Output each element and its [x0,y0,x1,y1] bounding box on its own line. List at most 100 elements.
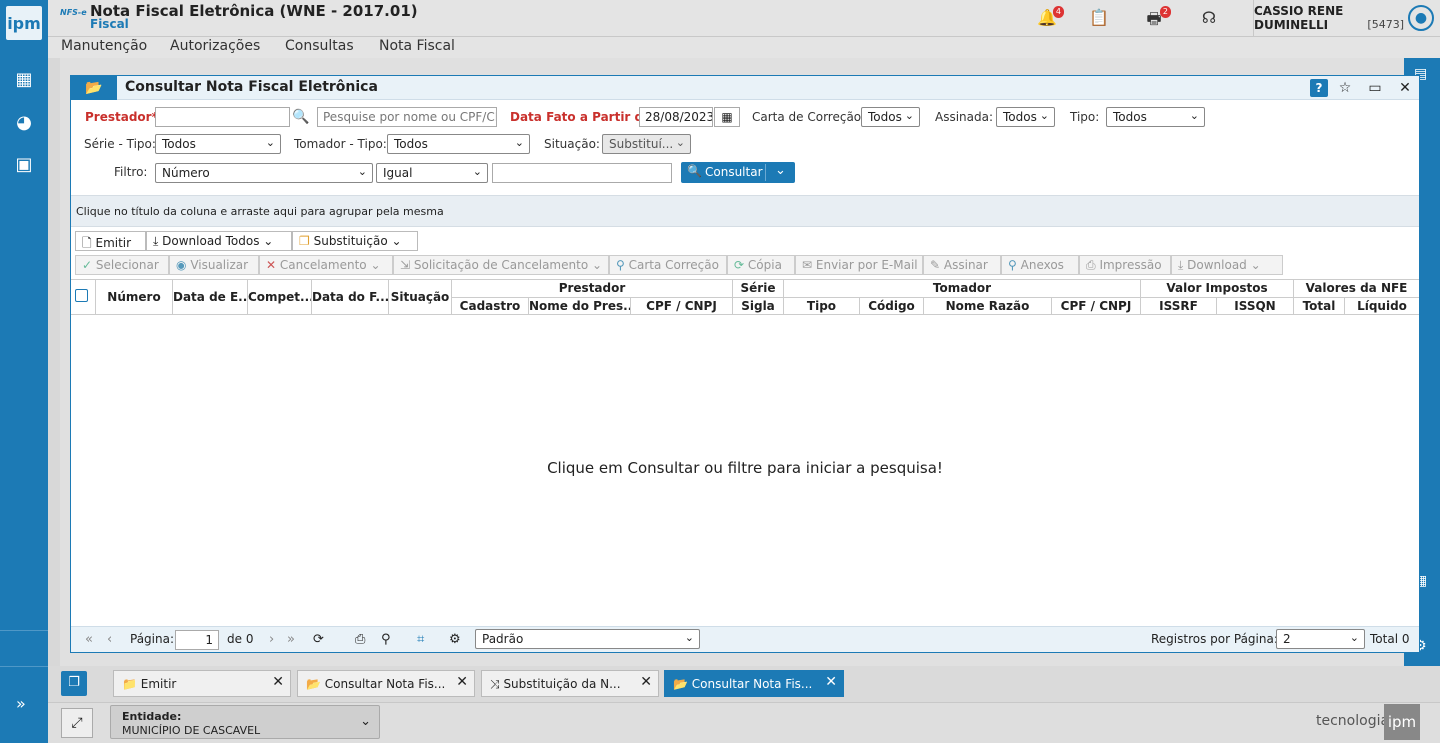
filtro-operator-select[interactable]: Igual ⌄ [376,163,488,183]
prev-page-icon[interactable]: ‹ [107,632,112,647]
close-icon[interactable]: ✕ [1396,79,1414,97]
close-icon[interactable]: ✕ [640,674,652,690]
last-page-icon[interactable]: » [287,632,295,647]
serie-tipo-value: Todos [162,137,196,151]
headset-icon[interactable]: ☊ [1198,8,1220,28]
star-icon[interactable]: ☆ [1336,79,1354,97]
col-tomador-cpf[interactable]: CPF / CNPJ [1052,298,1141,315]
per-page-select[interactable]: 2 ⌄ [1276,629,1365,649]
monitor-user-icon[interactable]: ▣ [12,153,36,177]
substituicao-button[interactable]: ❐ Substituição ⌄ [292,231,418,251]
col-situacao[interactable]: Situação [389,280,452,315]
expand-sidebar-icon[interactable]: » [16,694,26,713]
col-data-fato[interactable]: Data do F... [312,280,389,315]
refresh-icon[interactable]: ⟳ [313,632,324,647]
crop-icon[interactable]: ⌗ [417,632,424,647]
impressao-button[interactable]: ⎙ Impressão [1079,255,1171,275]
left-sidebar: ipm ▦ ◕ ▣ » [0,0,48,743]
first-page-icon[interactable]: « [85,632,93,647]
close-icon[interactable]: ✕ [825,674,837,690]
col-tomador-nome[interactable]: Nome Razão [924,298,1052,315]
folder-open-icon: 📂 [71,76,117,100]
enviar-email-button[interactable]: ✉ Enviar por E-Mail [795,255,923,275]
col-competencia[interactable]: Compet... [248,280,312,315]
chevron-down-icon[interactable]: ⌄ [775,163,786,178]
data-fato-input[interactable]: 28/08/2023 [639,107,713,127]
filtro-field-select[interactable]: Número ⌄ [155,163,373,183]
app-subtitle: Fiscal [90,17,129,31]
calendar-icon[interactable]: ▦ [714,107,740,127]
col-issqn[interactable]: ISSQN [1217,298,1294,315]
download-button[interactable]: ⤓ Download ⌄ [1171,255,1283,275]
download-todos-button[interactable]: ⤓ Download Todos ⌄ [146,231,292,251]
menu-consultas[interactable]: Consultas [285,38,354,54]
close-icon[interactable]: ✕ [456,674,468,690]
menu-autorizacoes[interactable]: Autorizações [170,38,260,54]
prestador-search-input[interactable]: Pesquise por nome ou CPF/CNPJ [317,107,497,127]
filtro-value-input[interactable] [492,163,672,183]
visualizar-button[interactable]: ◉ Visualizar [169,255,259,275]
selecionar-button[interactable]: ✓ Selecionar [75,255,169,275]
solicitacao-cancelamento-button[interactable]: ⇲ Solicitação de Cancelamento ⌄ [393,255,609,275]
carta-correcao-select[interactable]: Todos ⌄ [861,107,920,127]
tab-consultar-1[interactable]: 📂 Consultar Nota Fis... ✕ [297,670,475,697]
cancelamento-button[interactable]: ✕ Cancelamento ⌄ [259,255,393,275]
emitir-button[interactable]: 🗋 Emitir [75,231,146,251]
maximize-icon[interactable]: ▭ [1366,79,1384,97]
download-todos-label: Download Todos [162,234,260,248]
printer-icon[interactable]: 🖶 2 [1143,6,1171,28]
user-avatar-icon[interactable]: ● [1408,5,1434,31]
calculator-icon[interactable]: ▦ [12,68,36,92]
printer-icon[interactable]: ⎙ [355,632,365,647]
folder-open-icon: 📂 [673,677,688,691]
entity-select[interactable]: Entidade: MUNICÍPIO DE CASCAVEL ⌄ [110,705,380,739]
col-tomador-tipo[interactable]: Tipo [784,298,860,315]
copia-button[interactable]: ⟳ Cópia [727,255,795,275]
tab-label: Consultar Nota Fis... [324,677,446,691]
pie-chart-icon[interactable]: ◕ [12,111,36,135]
next-page-icon[interactable]: › [269,632,274,647]
serie-tipo-select[interactable]: Todos ⌄ [155,134,281,154]
bell-icon[interactable]: 🔔 4 [1036,6,1064,28]
col-tomador-codigo[interactable]: Código [860,298,924,315]
user-area[interactable]: CASSIO RENE DUMINELLI [5473] ● [1253,0,1440,37]
col-prestador-cadastro[interactable]: Cadastro [452,298,529,315]
assinada-select[interactable]: Todos ⌄ [996,107,1055,127]
col-serie-sigla[interactable]: Sigla [733,298,784,315]
fullscreen-icon[interactable]: ⤢ [61,708,93,738]
col-issrf[interactable]: ISSRF [1141,298,1217,315]
tab-substituicao[interactable]: ⤨ Substituição da N... ✕ [481,670,659,697]
page-input[interactable]: 1 [175,630,219,650]
tomador-tipo-select[interactable]: Todos ⌄ [387,134,530,154]
ipm-logo[interactable]: ipm [6,6,42,40]
select-all-checkbox[interactable] [75,289,88,302]
col-total[interactable]: Total [1294,298,1345,315]
col-data-emissao[interactable]: Data de E... [173,280,248,315]
close-icon[interactable]: ✕ [272,674,284,690]
windows-icon[interactable]: ❐ [61,671,87,696]
tab-consultar-2[interactable]: 📂 Consultar Nota Fis... ✕ [664,670,844,697]
col-prestador-cpf[interactable]: CPF / CNPJ [631,298,733,315]
carta-correcao-btn-label: Carta Correção [628,258,719,272]
consultar-button[interactable]: 🔍 Consultar ⌄ [681,162,795,183]
group-by-bar[interactable]: Clique no título da coluna e arraste aqu… [71,195,1419,227]
anexos-button[interactable]: ⚲ Anexos [1001,255,1079,275]
gear-icon[interactable]: ⚙ [449,632,461,647]
clipboard-icon[interactable]: 📋 [1088,8,1110,28]
menu-manutencao[interactable]: Manutenção [61,38,147,54]
col-liquido[interactable]: Líquido [1345,298,1419,315]
tomador-tipo-label: Tomador - Tipo: [294,137,387,151]
menu-nota-fiscal[interactable]: Nota Fiscal [379,38,455,54]
tab-emitir[interactable]: 📁 Emitir ✕ [113,670,291,697]
prestador-code-input[interactable] [155,107,290,127]
help-button[interactable]: ? [1310,79,1328,97]
col-numero[interactable]: Número [96,280,173,315]
tipo-select[interactable]: Todos ⌄ [1106,107,1205,127]
zoom-icon[interactable]: ⚲ [381,632,391,647]
layout-select[interactable]: Padrão ⌄ [475,629,700,649]
assinar-button[interactable]: ✎ Assinar [923,255,1001,275]
carta-correcao-button[interactable]: ⚲ Carta Correção [609,255,727,275]
col-prestador-nome[interactable]: Nome do Pres... [529,298,631,315]
situacao-select[interactable]: Substituí... ⌄ [602,134,691,154]
search-icon[interactable]: 🔍 [292,109,309,125]
